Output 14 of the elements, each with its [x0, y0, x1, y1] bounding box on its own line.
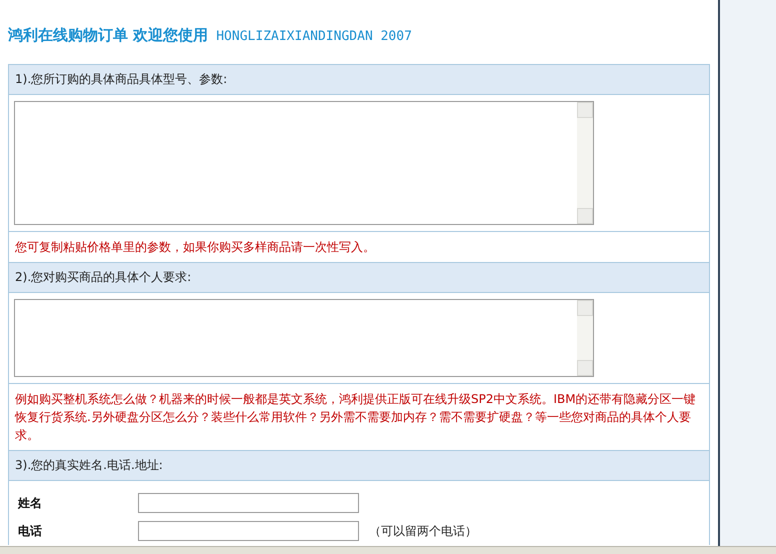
text-area[interactable]: [14, 299, 594, 377]
section-heading: 1).您所订购的具体商品具体型号、参数:: [9, 65, 709, 95]
field-label: 姓名: [16, 494, 43, 512]
field-label: 电话: [17, 522, 43, 540]
section-heading: 2).您对购买商品的具体个人要求:: [9, 263, 709, 293]
page-subtitle: HONGLIZAIXIANDINGDAN 2007: [216, 29, 412, 44]
input-field[interactable]: [138, 521, 359, 541]
field-hint: （可以留两个电话）: [369, 522, 477, 540]
input-field[interactable]: [138, 493, 359, 513]
page-title: 鸿利在线购物订单 欢迎您使用: [8, 26, 208, 44]
scrollbar[interactable]: [577, 300, 593, 376]
section-heading: 3).您的真实姓名.电话.地址:: [9, 451, 709, 481]
text-area[interactable]: [14, 101, 594, 225]
scrollbar[interactable]: [577, 102, 593, 224]
